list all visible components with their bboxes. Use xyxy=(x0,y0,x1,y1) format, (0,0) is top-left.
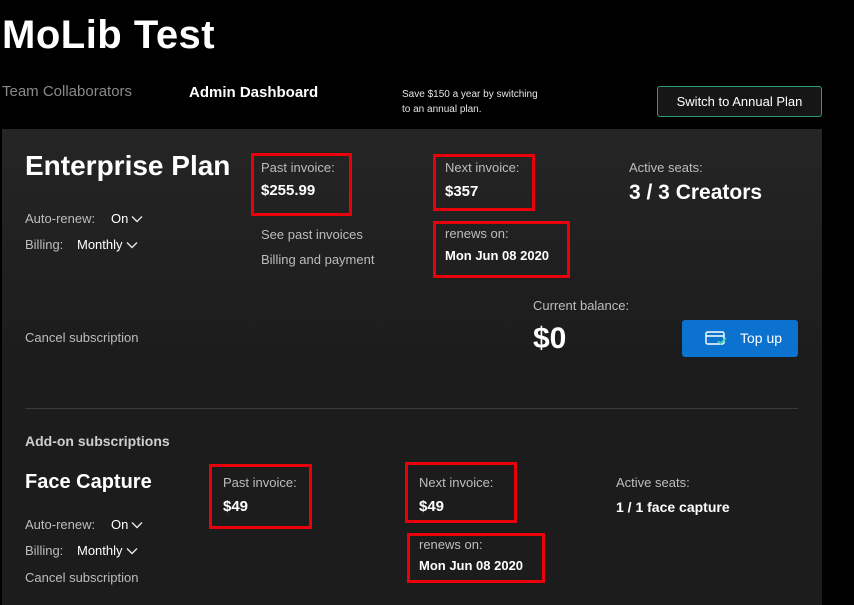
auto-renew-dropdown[interactable]: On xyxy=(111,211,143,227)
face-capture-auto-renew-dropdown[interactable]: On xyxy=(111,517,143,533)
promo-line-1: Save $150 a year by switching xyxy=(402,89,538,100)
chevron-down-icon xyxy=(126,548,138,555)
cancel-subscription-link[interactable]: Cancel subscription xyxy=(25,330,138,346)
active-seats-value: 3 / 3 Creators xyxy=(629,181,763,204)
face-capture-active-seats-value: 1 / 1 face capture xyxy=(616,499,730,515)
billing-and-payment-link[interactable]: Billing and payment xyxy=(261,252,374,268)
face-capture-billing-dropdown[interactable]: Monthly xyxy=(77,543,138,559)
face-capture-title: Face Capture xyxy=(25,471,152,493)
billing-label: Billing: xyxy=(25,237,64,252)
active-seats-label: Active seats: xyxy=(629,160,703,175)
face-capture-renews-on-highlight xyxy=(407,533,545,583)
annual-plan-promo: Save $150 a year by switching to an annu… xyxy=(402,87,552,117)
switch-to-annual-plan-button[interactable]: Switch to Annual Plan xyxy=(657,86,822,117)
face-capture-next-invoice-highlight xyxy=(405,462,517,523)
current-balance-value: $0 xyxy=(533,322,567,355)
see-past-invoices-link[interactable]: See past invoices xyxy=(261,227,363,243)
next-invoice-highlight xyxy=(433,154,535,211)
billing-dropdown[interactable]: Monthly xyxy=(77,237,138,253)
auto-renew-label: Auto-renew: xyxy=(25,211,96,226)
credit-card-icon xyxy=(705,331,727,345)
face-capture-billing-label: Billing: xyxy=(25,543,64,558)
chevron-down-icon xyxy=(131,522,143,529)
chevron-down-icon xyxy=(131,216,143,223)
tab-admin-dashboard[interactable]: Admin Dashboard xyxy=(189,84,318,102)
current-balance-label: Current balance: xyxy=(533,298,630,313)
addon-subscriptions-heading: Add-on subscriptions xyxy=(25,433,170,449)
plan-title: Enterprise Plan xyxy=(25,150,231,181)
tab-team-collaborators[interactable]: Team Collaborators xyxy=(2,83,132,101)
auto-renew-value: On xyxy=(111,211,129,226)
face-capture-past-invoice-highlight xyxy=(209,464,312,529)
chevron-down-icon xyxy=(126,242,138,249)
face-capture-billing-value: Monthly xyxy=(77,543,123,558)
app-title: MoLib Test xyxy=(2,13,216,57)
section-divider xyxy=(25,408,798,409)
face-capture-auto-renew-value: On xyxy=(111,517,129,532)
face-capture-cancel-subscription-link[interactable]: Cancel subscription xyxy=(25,570,138,586)
promo-line-2: to an annual plan. xyxy=(402,104,482,115)
renews-on-highlight xyxy=(433,221,570,278)
face-capture-active-seats-label: Active seats: xyxy=(616,475,690,490)
billing-value: Monthly xyxy=(77,237,123,252)
face-capture-auto-renew-label: Auto-renew: xyxy=(25,517,96,532)
past-invoice-highlight xyxy=(251,153,352,216)
top-up-label: Top up xyxy=(740,330,783,346)
top-up-button[interactable]: Top up xyxy=(682,320,798,357)
